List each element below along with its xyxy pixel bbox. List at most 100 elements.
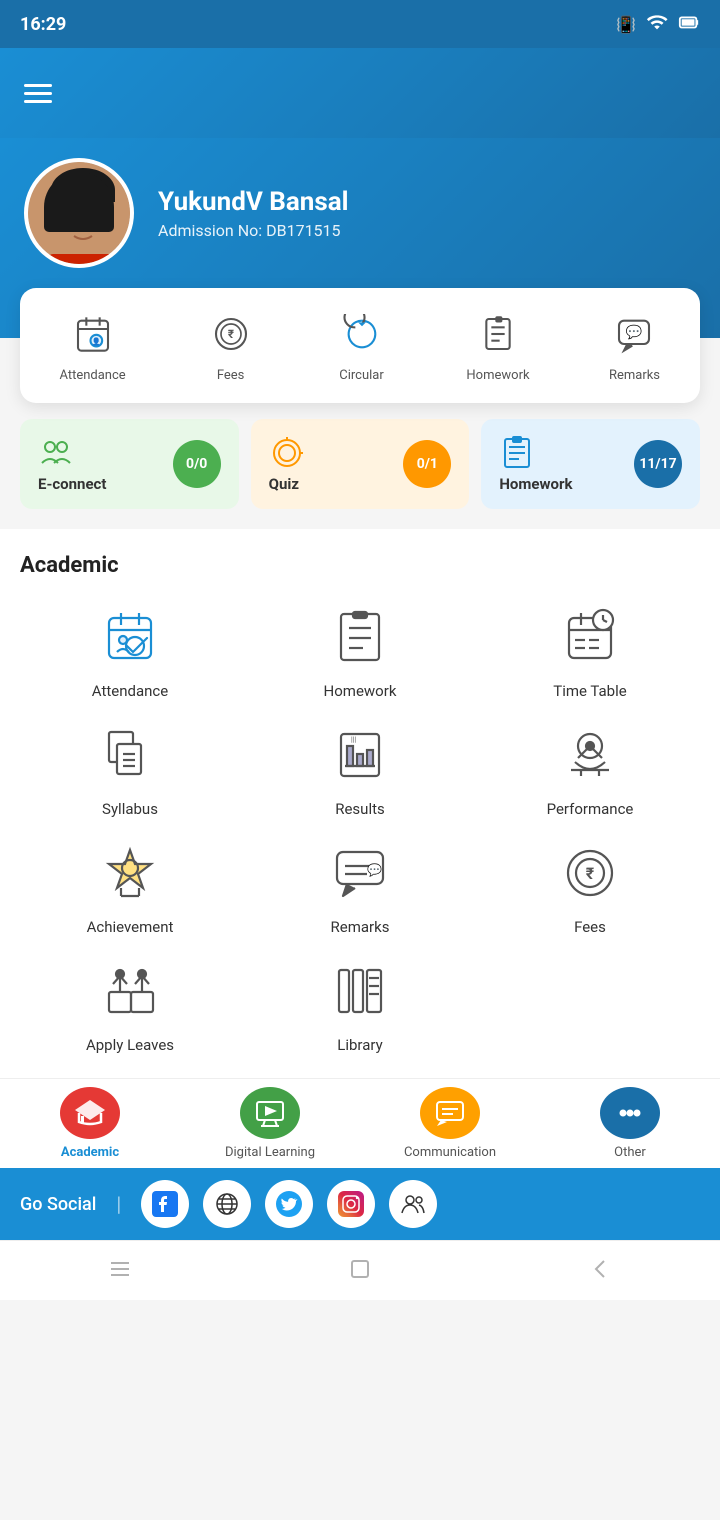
menu-syllabus-icon (95, 720, 165, 790)
menu-performance-icon (555, 720, 625, 790)
menu-results-label: Results (335, 800, 385, 818)
nav-other-icon (600, 1087, 660, 1139)
quiz-label: Quiz (269, 475, 305, 493)
globe-icon[interactable] (203, 1180, 251, 1228)
menu-fees[interactable]: ₹ Fees (480, 838, 700, 936)
quick-fees[interactable]: ₹ Fees (205, 308, 257, 383)
academic-grid: Attendance Homework (20, 602, 700, 1054)
nav-academic-label: Academic (61, 1145, 119, 1160)
android-nav (0, 1240, 720, 1300)
status-icons: 📳 (616, 11, 700, 37)
menu-library-icon (325, 956, 395, 1026)
android-menu-btn[interactable] (106, 1255, 134, 1287)
menu-syllabus-label: Syllabus (102, 800, 158, 818)
profile-admission: Admission No: DB171515 (158, 221, 349, 240)
wifi-icon (646, 11, 668, 37)
nav-academic-icon (60, 1087, 120, 1139)
econnect-icon (38, 435, 74, 471)
nav-communication-icon (420, 1087, 480, 1139)
status-time: 16:29 (20, 14, 66, 35)
quick-actions-card: 👤 Attendance ₹ Fees Circular (20, 288, 700, 403)
android-back-btn[interactable] (586, 1255, 614, 1287)
menu-attendance[interactable]: Attendance (20, 602, 240, 700)
nav-communication[interactable]: Communication (360, 1079, 540, 1168)
menu-syllabus[interactable]: Syllabus (20, 720, 240, 818)
avatar (24, 158, 134, 268)
menu-remarks[interactable]: 💬 Remarks (250, 838, 470, 936)
menu-achievement[interactable]: Achievement (20, 838, 240, 936)
quick-circular[interactable]: Circular (336, 308, 388, 383)
quiz-badge: 0/1 (403, 440, 451, 488)
menu-library-label: Library (337, 1036, 382, 1054)
nav-academic[interactable]: Academic (0, 1079, 180, 1168)
menu-timetable[interactable]: Time Table (480, 602, 700, 700)
menu-results[interactable]: ||| Results (250, 720, 470, 818)
menu-homework[interactable]: Homework (250, 602, 470, 700)
stat-quiz[interactable]: Quiz 0/1 (251, 419, 470, 509)
menu-homework-label: Homework (324, 682, 397, 700)
nav-other-label: Other (614, 1145, 646, 1160)
menu-results-icon: ||| (325, 720, 395, 790)
menu-fees-icon: ₹ (555, 838, 625, 908)
quick-circular-label: Circular (339, 368, 384, 383)
attendance-icon: 👤 (67, 308, 119, 360)
quick-fees-label: Fees (217, 368, 245, 383)
svg-text:💬: 💬 (626, 324, 643, 341)
hamburger-menu[interactable] (24, 84, 52, 103)
menu-achievement-icon (95, 838, 165, 908)
circular-icon (336, 308, 388, 360)
menu-performance[interactable]: Performance (480, 720, 700, 818)
facebook-icon[interactable] (141, 1180, 189, 1228)
go-social-bar: Go Social | (0, 1168, 720, 1240)
menu-timetable-label: Time Table (553, 682, 626, 700)
stats-row: E-connect 0/0 Quiz 0/1 (20, 419, 700, 509)
quick-homework-label: Homework (466, 368, 529, 383)
menu-homework-icon (325, 602, 395, 672)
quick-homework[interactable]: Homework (466, 308, 529, 383)
social-divider: | (116, 1192, 121, 1216)
android-home-btn[interactable] (346, 1255, 374, 1287)
go-social-text: Go Social (20, 1194, 96, 1215)
homework-icon (472, 308, 524, 360)
nav-digital-learning[interactable]: Digital Learning (180, 1079, 360, 1168)
nav-digital-learning-icon (240, 1087, 300, 1139)
menu-remarks-label: Remarks (331, 918, 390, 936)
svg-text:|||: ||| (351, 736, 356, 744)
homework-stat-icon (499, 435, 535, 471)
menu-timetable-icon (555, 602, 625, 672)
stat-homework[interactable]: Homework 11/17 (481, 419, 700, 509)
menu-fees-label: Fees (574, 918, 606, 936)
instagram-icon[interactable] (327, 1180, 375, 1228)
svg-text:💬: 💬 (367, 863, 382, 877)
bottom-nav: Academic Digital Learning Communication (0, 1078, 720, 1168)
menu-achievement-label: Achievement (87, 918, 174, 936)
profile-name: YukundV Bansal (158, 187, 349, 217)
nav-other[interactable]: Other (540, 1079, 720, 1168)
menu-performance-label: Performance (547, 800, 634, 818)
svg-text:₹: ₹ (586, 864, 595, 883)
profile-info: YukundV Bansal Admission No: DB171515 (158, 187, 349, 240)
homework-badge: 11/17 (634, 440, 682, 488)
quick-attendance[interactable]: 👤 Attendance (59, 308, 125, 383)
quick-remarks[interactable]: 💬 Remarks (608, 308, 660, 383)
nav-communication-label: Communication (404, 1145, 496, 1160)
social-icons (141, 1180, 437, 1228)
menu-library[interactable]: Library (250, 956, 470, 1054)
header (0, 48, 720, 138)
quick-remarks-label: Remarks (609, 368, 660, 383)
quick-attendance-label: Attendance (59, 368, 125, 383)
econnect-label: E-connect (38, 475, 106, 493)
menu-attendance-icon (95, 602, 165, 672)
people-icon[interactable] (389, 1180, 437, 1228)
menu-applyleaves[interactable]: Apply Leaves (20, 956, 240, 1054)
menu-remarks-icon: 💬 (325, 838, 395, 908)
menu-attendance-label: Attendance (92, 682, 168, 700)
academic-title: Academic (20, 553, 700, 578)
twitter-icon[interactable] (265, 1180, 313, 1228)
academic-section: Academic Attendance (0, 529, 720, 1078)
menu-applyleaves-label: Apply Leaves (86, 1036, 174, 1054)
vibrate-icon: 📳 (616, 15, 636, 34)
svg-text:₹: ₹ (228, 327, 234, 341)
stat-econnect[interactable]: E-connect 0/0 (20, 419, 239, 509)
menu-applyleaves-icon (95, 956, 165, 1026)
